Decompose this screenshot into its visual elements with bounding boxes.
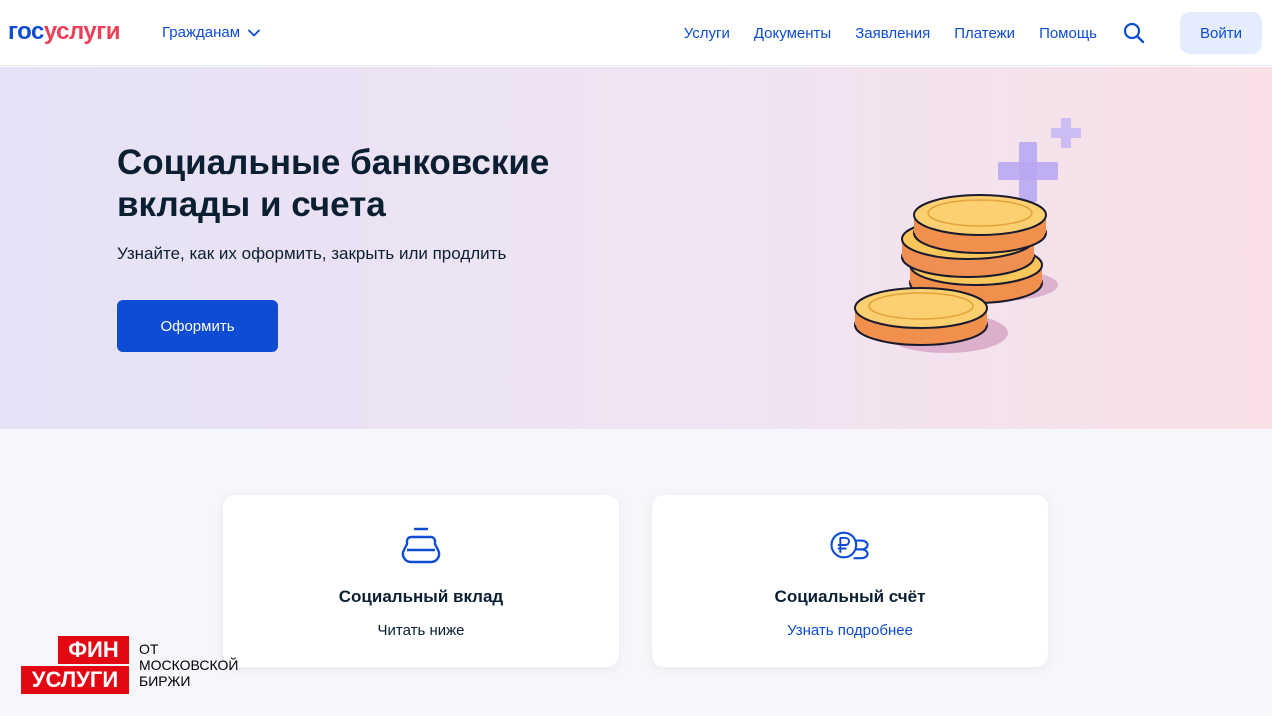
main-nav: Услуги Документы Заявления Платежи Помощ…	[684, 0, 1272, 66]
plus-decor	[998, 118, 1081, 202]
gosuslugi-logo[interactable]: госуслуги	[8, 18, 121, 46]
hero-subtitle: Узнайте, как их оформить, закрыть или пр…	[117, 244, 507, 263]
card-social-deposit[interactable]: Социальный вклад Читать ниже	[223, 495, 619, 667]
card-title: Социальный вклад	[338, 587, 504, 606]
chevron-down-icon	[248, 29, 260, 36]
card-link[interactable]: Узнать подробнее	[652, 622, 1048, 639]
card-title: Социальный счёт	[774, 587, 926, 606]
login-button[interactable]: Войти	[1180, 12, 1262, 54]
nav-services[interactable]: Услуги	[684, 25, 730, 42]
audience-dropdown[interactable]: Гражданам	[162, 24, 260, 41]
logo-part-uslugi: услуги	[43, 18, 121, 45]
watermark-uslugi: УСЛУГИ	[21, 666, 129, 694]
nav-payments[interactable]: Платежи	[954, 25, 1015, 42]
watermark-caption-line: ОТ	[139, 641, 159, 657]
wallet-icon	[401, 527, 441, 564]
apply-button[interactable]: Оформить	[117, 300, 278, 352]
site-header: госуслуги Гражданам Услуги Документы Зая…	[0, 0, 1272, 66]
coins-illustration	[854, 118, 1081, 353]
watermark-caption: ОТ МОСКОВСКОЙ БИРЖИ	[139, 641, 238, 689]
search-icon[interactable]	[1122, 21, 1146, 45]
card-social-account[interactable]: Социальный счёт Узнать подробнее	[652, 495, 1048, 667]
watermark-caption-line: БИРЖИ	[139, 673, 191, 689]
audience-label: Гражданам	[162, 24, 241, 41]
watermark-fin: ФИН	[58, 636, 129, 664]
nav-applications[interactable]: Заявления	[855, 25, 930, 42]
nav-help[interactable]: Помощь	[1039, 25, 1097, 42]
hero-banner: Социальные банковские вклады и счета Узн…	[0, 67, 1272, 429]
finuslugi-watermark: ФИН УСЛУГИ ОТ МОСКОВСКОЙ БИРЖИ	[21, 636, 251, 696]
page-title: Социальные банковские вклады и счета	[117, 143, 550, 224]
ruble-coins-icon	[830, 531, 869, 560]
watermark-caption-line: МОСКОВСКОЙ	[139, 657, 239, 673]
nav-documents[interactable]: Документы	[754, 25, 831, 42]
card-link[interactable]: Читать ниже	[223, 622, 619, 639]
logo-part-gos: гос	[8, 18, 44, 45]
